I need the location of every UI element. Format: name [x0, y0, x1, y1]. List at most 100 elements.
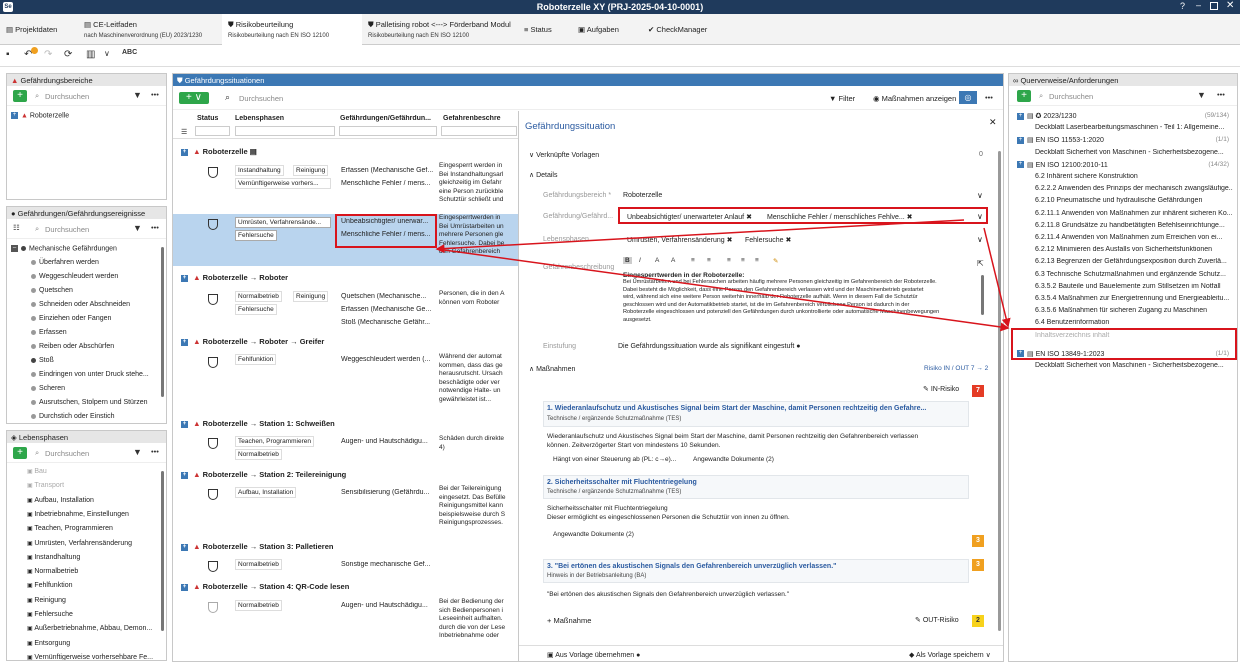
list-item[interactable]: ▣ Inbetriebnahme, Einstellungen — [27, 511, 129, 518]
info-icon[interactable]: ● — [796, 343, 800, 350]
more-icon[interactable]: ••• — [1217, 90, 1225, 99]
highlight-icon[interactable]: ✎ — [773, 257, 778, 265]
expand-icon[interactable]: + — [1017, 161, 1024, 169]
column-gefahrenbeschreibung[interactable]: Gefahrenbeschre — [443, 115, 518, 122]
beschreibung-filter[interactable] — [441, 126, 517, 136]
phase-chip[interactable]: Umrüsten, Verfahrensände... — [235, 217, 331, 228]
expand-icon[interactable]: + — [181, 543, 188, 551]
phase-chip[interactable]: Instandhaltung — [235, 165, 284, 176]
group-header[interactable]: + ▲ Roboterzelle ▤ — [173, 147, 513, 156]
list-item[interactable]: ▣ Transport — [27, 482, 64, 489]
list-item[interactable]: ▣ Fehlfunktion — [27, 582, 72, 589]
scrollbar[interactable] — [161, 247, 164, 397]
list-item[interactable]: ▣ Instandhaltung — [27, 554, 80, 561]
column-settings-icon[interactable]: ☰ — [181, 128, 187, 136]
minimize-icon[interactable]: – — [1196, 0, 1201, 10]
out-risk-label[interactable]: ✎ OUT-Risiko — [915, 616, 959, 624]
close-icon[interactable]: ✕ — [989, 117, 997, 128]
list-item[interactable]: ▣ Reinigung — [27, 597, 66, 604]
tree-item[interactable]: Durchstich oder Einstich — [31, 413, 114, 420]
expand-icon[interactable]: + — [11, 112, 18, 119]
refresh-icon[interactable]: ⟳ — [64, 49, 72, 60]
chip-phase-2[interactable]: Fehlersuche ✖ — [745, 236, 791, 244]
reference-item[interactable]: 6.2.13 Begrenzen der Gefährdungsexpositi… — [1035, 258, 1233, 265]
column-lebensphasen[interactable]: Lebensphasen — [235, 115, 284, 122]
search-input[interactable]: Durchsuchen — [1049, 92, 1093, 101]
phasen-filter[interactable] — [235, 126, 335, 136]
reference-item[interactable]: 6.2.2.2 Anwenden des Prinzips der mechan… — [1035, 185, 1233, 192]
collapse-icon[interactable]: – — [11, 245, 18, 252]
search-input[interactable]: Durchsuchen — [239, 94, 283, 103]
reference-group[interactable]: + ▤ EN ISO 12100:2010-11 — [1017, 161, 1167, 169]
redo-icon[interactable]: ↷ — [44, 49, 52, 60]
reference-item[interactable]: 6.2.11.4 Anwenden von Maßnahmen zum Erre… — [1035, 234, 1233, 241]
tree-item[interactable]: Erfassen — [31, 329, 67, 336]
group-header[interactable]: + ▲ Roboterzelle → Station 2: Teilereini… — [173, 470, 513, 479]
list-item[interactable]: ▣ Aufbau, Installation — [27, 497, 94, 504]
filter-icon[interactable]: ▼ — [133, 447, 142, 457]
filter-icon[interactable]: ▼ — [133, 223, 142, 233]
search-input[interactable]: Durchsuchen — [45, 225, 89, 234]
more-icon[interactable]: ••• — [151, 447, 159, 456]
phase-chip[interactable]: Fehlersuche — [235, 304, 277, 315]
group-header[interactable]: + ▲ Roboterzelle → Roboter — [173, 273, 513, 282]
font-size-icon[interactable]: A — [655, 257, 659, 264]
list-item[interactable]: ▣ Normalbetrieb — [27, 568, 78, 575]
list-item[interactable]: ▣ Teachen, Programmieren — [27, 525, 113, 532]
group-header[interactable]: + ▲ Roboterzelle → Roboter → Greifer — [173, 337, 513, 346]
reference-item[interactable]: 6.2.11.1 Anwenden von Maßnahmen zur inhä… — [1035, 210, 1233, 217]
external-link-icon[interactable]: ⇱ — [977, 259, 984, 268]
list-item[interactable]: ▣ Entsorgung — [27, 640, 70, 647]
measure-title[interactable]: 1. Wiederanlaufschutz und Akustisches Si… — [547, 405, 926, 412]
list-icon[interactable]: ≡ — [691, 257, 695, 264]
chevron-down-icon[interactable]: ∨ — [977, 235, 983, 244]
more-icon[interactable]: ••• — [151, 90, 159, 99]
phase-chip[interactable]: Normalbetrieb — [235, 559, 282, 570]
italic-icon[interactable]: I — [639, 257, 641, 264]
section-massnahmen[interactable]: ∧ Maßnahmen — [529, 365, 575, 373]
measure-title[interactable]: 3. "Bei ertönen des akustischen Signals … — [547, 563, 836, 570]
reference-item[interactable]: 6.4 Benutzerinformation — [1035, 319, 1233, 326]
phase-chip[interactable]: Reinigung — [293, 165, 329, 176]
font-size-icon[interactable]: A — [671, 257, 675, 264]
phase-chip[interactable]: Fehlersuche — [235, 230, 277, 241]
expand-icon[interactable]: + — [181, 420, 188, 428]
phase-chip[interactable]: Aufbau, Installation — [235, 487, 297, 498]
tree-item[interactable]: Weggeschleudert werden — [31, 273, 118, 280]
hide-icon[interactable]: ◎ — [959, 91, 977, 104]
phase-chip[interactable]: Fehlfunktion — [235, 354, 277, 365]
measure-dependency[interactable]: Hängt von einer Steuerung ab (PL: c→e)..… — [553, 456, 676, 463]
tab-checkmanager[interactable]: ✔ CheckManager — [642, 14, 722, 45]
chevron-down-icon[interactable]: ∨ — [104, 49, 110, 58]
tree-item[interactable]: Einziehen oder Fangen — [31, 315, 111, 322]
tab-aufgaben[interactable]: ▣ Aufgaben — [572, 14, 642, 45]
tree-item[interactable]: Quetschen — [31, 287, 73, 294]
scrollbar[interactable] — [981, 275, 984, 315]
reference-item[interactable]: 6.3.5.2 Bauteile und Bauelemente zum Sti… — [1035, 283, 1233, 290]
chevron-down-icon[interactable]: ∨ — [977, 191, 983, 200]
tab-projektdaten[interactable]: ▤ Projektdaten — [0, 14, 78, 45]
bold-icon[interactable]: B — [623, 257, 632, 264]
add-button[interactable]: + — [13, 90, 27, 102]
column-status[interactable]: Status — [197, 115, 218, 122]
group-header[interactable]: + ▲ Roboterzelle → Station 1: Schweißen — [173, 419, 513, 428]
filter-button[interactable]: ▼ Filter — [829, 94, 855, 103]
list-item[interactable]: ▣ Vernünftigerweise vorhersehbare Fe... — [27, 654, 153, 660]
tab-risikobeurteilung[interactable]: ⛊ Risikobeurteilung Risikobeurteilung nac… — [222, 14, 362, 45]
more-icon[interactable]: ••• — [985, 93, 993, 102]
section-linked[interactable]: ∨ Verknüpfte Vorlagen — [529, 151, 599, 159]
measure-docs[interactable]: Angewandte Dokumente (2) — [693, 456, 774, 463]
align-icon[interactable]: ≡ — [741, 257, 745, 264]
expand-icon[interactable]: + — [181, 338, 188, 346]
group-header[interactable]: + ▲ Roboterzelle → Station 3: Palletiere… — [173, 542, 513, 551]
save-template-button[interactable]: ◆ Als Vorlage speichern ∨ — [909, 651, 991, 659]
expand-icon[interactable]: + — [1017, 112, 1024, 120]
tab-status[interactable]: ≡ Status — [518, 14, 570, 45]
phase-chip[interactable]: Normalbetrieb — [235, 600, 282, 611]
show-measures-toggle[interactable]: ◉ Maßnahmen anzeigen — [873, 94, 956, 103]
reference-item[interactable]: 6.2 Inhärent sichere Konstruktion — [1035, 173, 1233, 180]
gefaehrdung-filter[interactable] — [339, 126, 437, 136]
help-icon[interactable]: ? — [1180, 1, 1185, 11]
group-header[interactable]: + ▲ Roboterzelle → Station 4: QR-Code le… — [173, 582, 513, 591]
reference-item[interactable]: 6.3.5.4 Maßnahmen zur Energietrennung un… — [1035, 295, 1233, 302]
